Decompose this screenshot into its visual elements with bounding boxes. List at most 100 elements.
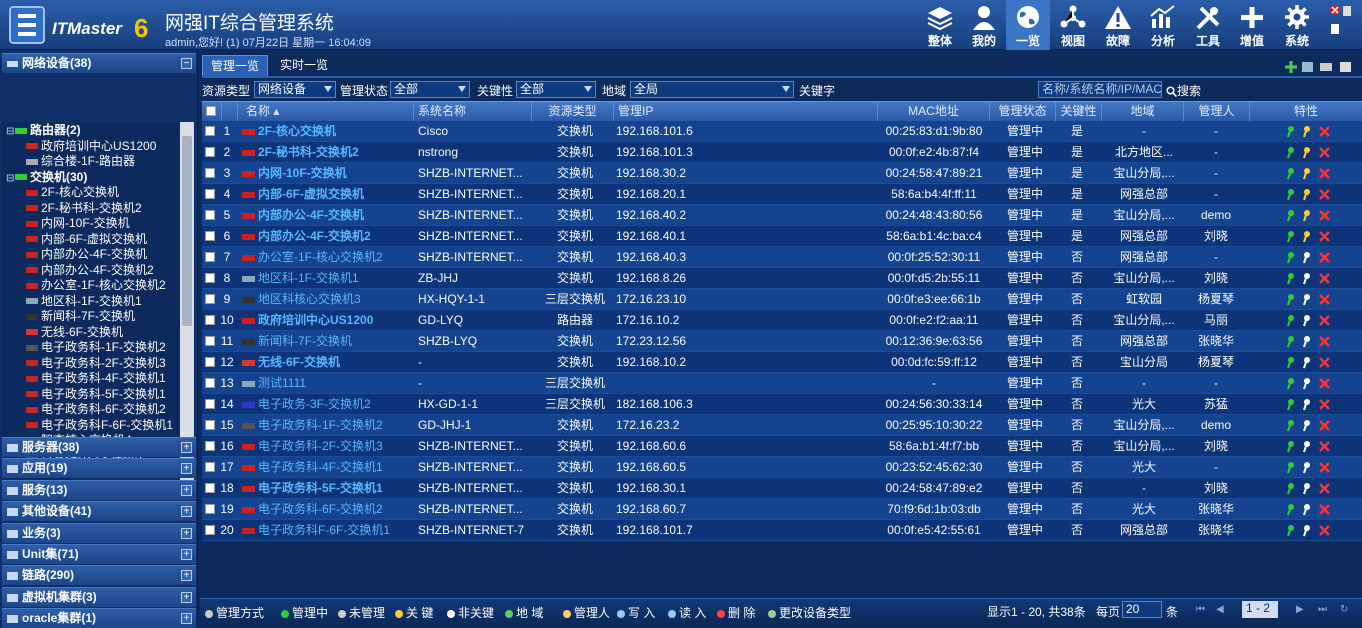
row-checkbox[interactable] xyxy=(205,168,215,178)
row-checkbox[interactable] xyxy=(205,420,215,430)
device-name-link[interactable]: 新闻科-7F-交换机 xyxy=(242,331,412,351)
tree-item[interactable]: 无线-6F-交换机 xyxy=(26,325,123,340)
nav-topology[interactable]: 视图 xyxy=(1051,0,1095,50)
toolbar-icons[interactable] xyxy=(1284,60,1356,74)
table-row[interactable]: 5 内部办公-4F-交换机 SHZB-INTERNET... 交换机 192.168.4… xyxy=(202,205,1362,226)
tree-item[interactable]: 电子政务科-6F-交换机2 xyxy=(26,402,166,417)
sidebar-group[interactable]: 业务(3) + xyxy=(2,522,196,543)
table-row[interactable]: 8 地区科-1F-交换机1 ZB-JHJ 交换机 192.168.8.26 00:0f:d… xyxy=(202,268,1362,289)
tree-item[interactable]: 2F-秘书科-交换机2 xyxy=(26,201,142,216)
row-actions[interactable] xyxy=(1286,251,1336,265)
row-actions[interactable] xyxy=(1286,146,1336,160)
tree-item[interactable]: 电子政务科-5F-交换机1 xyxy=(26,387,166,402)
device-name-link[interactable]: 电子政务-3F-交换机2 xyxy=(242,394,412,414)
column-status[interactable]: 管理状态 xyxy=(990,102,1056,122)
expand-icon[interactable]: ⊟ xyxy=(6,171,15,186)
nav-chart[interactable]: 分析 xyxy=(1141,0,1185,50)
row-actions[interactable] xyxy=(1286,125,1336,139)
table-row[interactable]: 3 内网-10F-交换机 SHZB-INTERNET... 交换机 192.168.30… xyxy=(202,163,1362,184)
expand-icon[interactable]: + xyxy=(181,613,192,625)
row-actions[interactable] xyxy=(1286,167,1336,181)
row-actions[interactable] xyxy=(1286,419,1336,433)
table-row[interactable]: 11 新闻科-7F-交换机 SHZB-LYQ 交换机 172.23.12.56 00:12… xyxy=(202,331,1362,352)
statusbar-action[interactable]: 未管理 xyxy=(337,604,385,621)
device-name-link[interactable]: 电子政务科-4F-交换机1 xyxy=(242,457,412,477)
table-row[interactable]: 19 电子政务科-6F-交换机2 SHZB-INTERNET... 交换机 192.16… xyxy=(202,499,1362,520)
row-checkbox[interactable] xyxy=(205,231,215,241)
column-region[interactable]: 地域 xyxy=(1102,102,1184,122)
row-actions[interactable] xyxy=(1286,188,1336,202)
table-row[interactable]: 18 电子政务科-5F-交换机1 SHZB-INTERNET... 交换机 192.16… xyxy=(202,478,1362,499)
device-name-link[interactable]: 内部-6F-虚拟交换机 xyxy=(242,184,412,204)
row-checkbox[interactable] xyxy=(205,399,215,409)
row-checkbox[interactable] xyxy=(205,210,215,220)
table-row[interactable]: 2 2F-秘书科-交换机2 nstrong 交换机 192.168.101.3 00:0f… xyxy=(202,142,1362,163)
column-owner[interactable]: 管理人 xyxy=(1184,102,1250,122)
row-checkbox[interactable] xyxy=(205,504,215,514)
nav-warning[interactable]: 故障 xyxy=(1096,0,1140,50)
tree-group[interactable]: ⊟ 交换机(30) xyxy=(6,170,87,185)
status-select[interactable]: 全部 xyxy=(390,81,470,98)
sidebar-group[interactable]: 链路(290) + xyxy=(2,565,196,586)
sidebar-group[interactable]: 虚拟机集群(3) + xyxy=(2,586,196,607)
expand-icon[interactable]: + xyxy=(181,506,192,518)
device-name-link[interactable]: 2F-秘书科-交换机2 xyxy=(242,142,412,162)
next-page-icon[interactable]: ▶ xyxy=(1296,604,1306,615)
row-checkbox[interactable] xyxy=(205,126,215,136)
table-row[interactable]: 16 电子政务科-2F-交换机3 SHZB-INTERNET... 交换机 192.16… xyxy=(202,436,1362,457)
device-name-link[interactable]: 地区科核心交换机3 xyxy=(242,289,412,309)
table-row[interactable]: 20 电子政务科F-6F-交换机1 SHZB-INTERNET-7 交换机 192.16… xyxy=(202,520,1362,541)
sidebar-group[interactable]: Unit集(71) + xyxy=(2,544,196,564)
tab-realtime-overview[interactable]: 实时一览 xyxy=(272,55,336,77)
statusbar-action[interactable]: 关 键 xyxy=(394,604,433,621)
statusbar-action[interactable]: 非关键 xyxy=(446,604,494,621)
first-page-icon[interactable]: ⏮ xyxy=(1196,604,1206,615)
tree-item[interactable]: 内部办公-4F-交换机2 xyxy=(26,263,154,278)
tree-scrollbar[interactable] xyxy=(180,122,194,487)
row-checkbox[interactable] xyxy=(205,294,215,304)
tab-management-overview[interactable]: 管理一览 xyxy=(202,55,269,77)
refresh-page-icon[interactable]: ↻ xyxy=(1340,604,1350,615)
statusbar-action[interactable]: 管理方式 xyxy=(204,604,264,621)
table-row[interactable]: 6 内部办公-4F-交换机2 SHZB-INTERNET... 交换机 192.168.… xyxy=(202,226,1362,247)
statusbar-action[interactable]: 管理中 xyxy=(280,604,328,621)
criticality-select[interactable]: 全部 xyxy=(516,81,596,98)
collapse-icon[interactable]: − xyxy=(181,58,192,69)
tree-item[interactable]: 电子政务科-1F-交换机2 xyxy=(26,340,166,355)
tree-item[interactable]: 综合楼-1F-路由器 xyxy=(26,154,135,169)
statusbar-action[interactable]: 读 入 xyxy=(667,604,706,621)
table-row[interactable]: 1 2F-核心交换机 Cisco 交换机 192.168.101.6 00:25:83:d… xyxy=(202,121,1362,142)
expand-icon[interactable]: + xyxy=(181,591,192,603)
row-actions[interactable] xyxy=(1286,482,1336,496)
column-resource-type[interactable]: 资源类型 xyxy=(532,102,614,122)
table-row[interactable]: 4 内部-6F-虚拟交换机 SHZB-INTERNET... 交换机 192.168.2… xyxy=(202,184,1362,205)
row-checkbox[interactable] xyxy=(205,378,215,388)
column-name[interactable]: 名称 ▴ xyxy=(238,102,414,122)
tree-item[interactable]: 新闻科-7F-交换机 xyxy=(26,309,135,324)
row-checkbox[interactable] xyxy=(205,315,215,325)
device-name-link[interactable]: 内部办公-4F-交换机 xyxy=(242,205,412,225)
tree-item[interactable]: 电子政务科F-6F-交换机1 xyxy=(26,418,173,433)
table-row[interactable]: 9 地区科核心交换机3 HX-HQY-1-1 三层交换机 172.16.23.10 00:… xyxy=(202,289,1362,310)
device-name-link[interactable]: 电子政务科F-6F-交换机1 xyxy=(242,520,412,540)
column-management-ip[interactable]: 管理IP xyxy=(614,102,878,122)
nav-tools[interactable]: 工具 xyxy=(1186,0,1230,50)
row-actions[interactable] xyxy=(1286,377,1336,391)
device-name-link[interactable]: 电子政务科-6F-交换机2 xyxy=(242,499,412,519)
expand-icon[interactable]: + xyxy=(181,570,192,582)
table-row[interactable]: 7 办公室-1F-核心交换机2 SHZB-INTERNET... 交换机 192.168… xyxy=(202,247,1362,268)
statusbar-action[interactable]: 写 入 xyxy=(616,604,655,621)
device-name-link[interactable]: 内网-10F-交换机 xyxy=(242,163,412,183)
row-actions[interactable] xyxy=(1286,314,1336,328)
row-checkbox[interactable] xyxy=(205,525,215,535)
keyword-input[interactable]: 名称/系统名称/IP/MAC xyxy=(1038,81,1162,98)
column-criticality[interactable]: 关键性 xyxy=(1056,102,1102,122)
statusbar-action[interactable]: 地 域 xyxy=(504,604,543,621)
column-system-name[interactable]: 系统名称 xyxy=(414,102,532,122)
tree-item[interactable]: 电子政务科-2F-交换机3 xyxy=(26,356,166,371)
row-actions[interactable] xyxy=(1286,272,1336,286)
row-actions[interactable] xyxy=(1286,230,1336,244)
sidebar-group[interactable]: 服务(13) + xyxy=(2,479,196,500)
tree-item[interactable]: 办公室-1F-核心交换机2 xyxy=(26,278,166,293)
table-row[interactable]: 12 无线-6F-交换机 - 交换机 192.168.10.2 00:0d:fc:59:f… xyxy=(202,352,1362,373)
